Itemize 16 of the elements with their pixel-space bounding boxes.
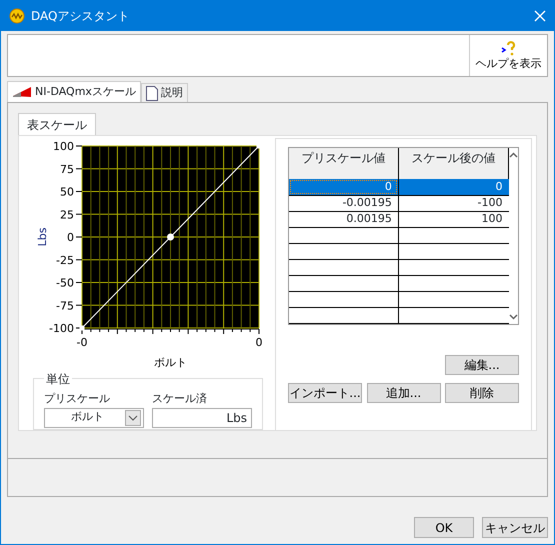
- field-label: プリスケール: [44, 391, 111, 407]
- y-tick-label: -100: [49, 322, 74, 335]
- window-title: DAQアシスタント: [31, 8, 130, 25]
- y-tick-label: 0: [67, 231, 74, 244]
- y-tick-label: 50: [60, 186, 74, 198]
- y-tick-label: -50: [56, 276, 74, 290]
- field-label: スケール済: [152, 391, 208, 407]
- x-tick-label: -0: [76, 336, 88, 349]
- y-tick-label: -75: [56, 299, 74, 312]
- y-tick-label: -25: [56, 254, 74, 267]
- x-axis-label: ボルト: [154, 356, 187, 369]
- y-tick-label: 75: [60, 162, 74, 176]
- y-tick-label: 25: [60, 208, 74, 222]
- y-axis-label: Lbs: [36, 228, 49, 246]
- group-title: 単位: [44, 370, 72, 388]
- y-tick-label: 100: [53, 140, 74, 153]
